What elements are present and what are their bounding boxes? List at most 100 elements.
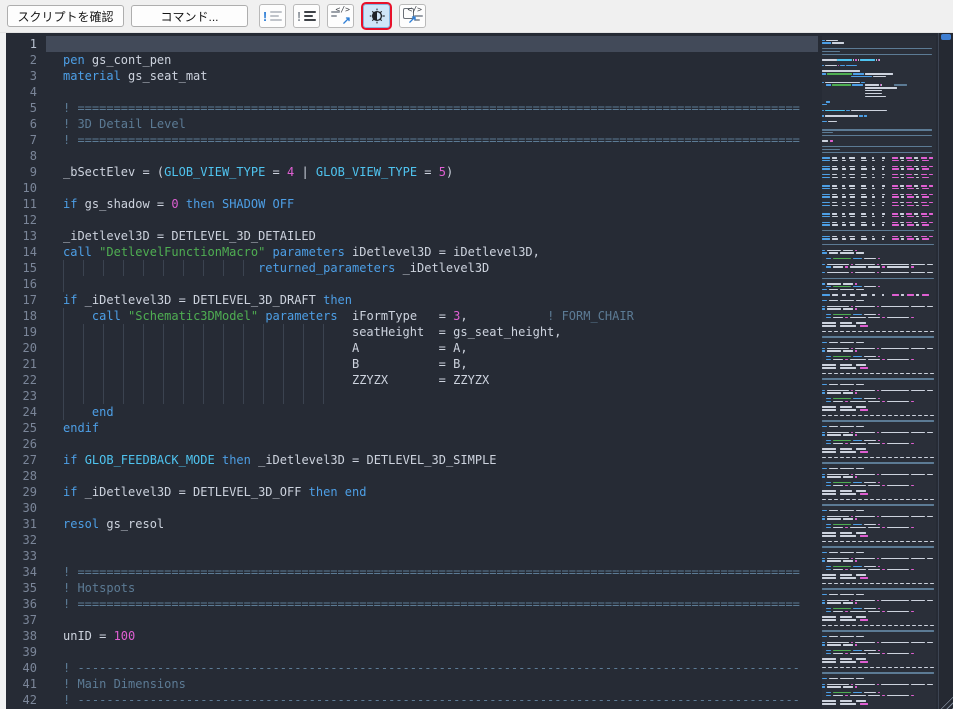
code-text[interactable] [46,84,818,100]
code-text[interactable]: ! --------------------------------------… [46,660,818,676]
code-text[interactable]: if gs_shadow = 0 then SHADOW OFF [46,196,818,212]
code-line[interactable]: 15 returned_parameters _iDetlevel3D [6,260,818,276]
code-text[interactable]: resol gs_resol [46,516,818,532]
code-line[interactable]: 13_iDetlevel3D = DETLEVEL_3D_DETAILED [6,228,818,244]
code-text[interactable]: ! --------------------------------------… [46,692,818,708]
code-line[interactable]: 6! 3D Detail Level [6,116,818,132]
code-text[interactable]: ! ======================================… [46,100,818,116]
code-text[interactable] [46,180,818,196]
code-line[interactable]: 5! =====================================… [6,100,818,116]
code-line[interactable]: 38unID = 100 [6,628,818,644]
code-line[interactable]: 36! ====================================… [6,596,818,612]
code-line[interactable]: 40! ------------------------------------… [6,660,818,676]
code-line[interactable]: 26 [6,436,818,452]
code-line[interactable]: 3material gs_seat_mat [6,68,818,84]
code-text[interactable]: pen gs_cont_pen [46,52,818,68]
code-line[interactable]: 12 [6,212,818,228]
code-text[interactable]: if _iDetlevel3D = DETLEVEL_3D_OFF then e… [46,484,818,500]
warning-list-blue-button[interactable]: ! [259,4,286,28]
code-editor[interactable]: 12pen gs_cont_pen3material gs_seat_mat45… [0,33,953,709]
minimap-row-segment [892,213,898,215]
code-line[interactable]: 31resol gs_resol [6,516,818,532]
insert-code-arrow-button[interactable]: </> ↗ [327,4,354,28]
code-line[interactable]: 28 [6,468,818,484]
code-text[interactable]: A = A, [46,340,818,356]
code-text[interactable]: _bSectElev = (GLOB_VIEW_TYPE = 4 | GLOB_… [46,164,818,180]
code-text[interactable]: material gs_seat_mat [46,68,818,84]
contrast-highlight-button[interactable] [363,4,390,28]
code-text[interactable] [46,36,818,52]
code-line[interactable]: 21 B = B, [6,356,818,372]
code-line[interactable]: 33 [6,548,818,564]
code-line[interactable]: 11if gs_shadow = 0 then SHADOW OFF [6,196,818,212]
code-text[interactable]: if GLOB_FEEDBACK_MODE then _iDetlevel3D … [46,452,818,468]
scrollbar-thumb[interactable] [941,34,951,40]
minimap-row-segment [840,322,852,324]
code-text[interactable] [46,548,818,564]
code-text[interactable]: ! ======================================… [46,564,818,580]
code-text[interactable]: ! Main Dimensions [46,676,818,692]
code-text[interactable]: returned_parameters _iDetlevel3D [46,260,818,276]
code-text[interactable]: end [46,404,818,420]
warning-list-dark-button[interactable]: ! [293,4,320,28]
code-line[interactable]: 18 call "Schematic3DModel" parameters iF… [6,308,818,324]
code-text[interactable] [46,276,818,292]
code-text[interactable] [46,148,818,164]
code-line[interactable]: 9_bSectElev = (GLOB_VIEW_TYPE = 4 | GLOB… [6,164,818,180]
code-line[interactable]: 35! Hotspots [6,580,818,596]
open-code-window-icon: </> ↗ [400,5,425,27]
code-line[interactable]: 37 [6,612,818,628]
code-text[interactable] [46,468,818,484]
code-text[interactable] [46,500,818,516]
code-text[interactable]: ZZYZX = ZZYZX [46,372,818,388]
code-line[interactable]: 22 ZZYZX = ZZYZX [6,372,818,388]
code-line[interactable]: 25endif [6,420,818,436]
code-text[interactable] [46,644,818,660]
code-text[interactable] [46,612,818,628]
code-line[interactable]: 20 A = A, [6,340,818,356]
code-line[interactable]: 2pen gs_cont_pen [6,52,818,68]
code-text[interactable]: ! Hotspots [46,580,818,596]
code-line[interactable]: 8 [6,148,818,164]
code-line[interactable]: 41! Main Dimensions [6,676,818,692]
code-line[interactable]: 17if _iDetlevel3D = DETLEVEL_3D_DRAFT th… [6,292,818,308]
code-text[interactable]: call "DetlevelFunctionMacro" parameters … [46,244,818,260]
code-line[interactable]: 24 end [6,404,818,420]
code-text[interactable] [46,388,818,404]
code-text[interactable] [46,436,818,452]
code-line[interactable]: 42! ------------------------------------… [6,692,818,708]
code-text[interactable]: if _iDetlevel3D = DETLEVEL_3D_DRAFT then [46,292,818,308]
code-text[interactable]: call "Schematic3DModel" parameters iForm… [46,308,818,324]
code-line[interactable]: 23 [6,388,818,404]
code-line[interactable]: 19 seatHeight = gs_seat_height, [6,324,818,340]
vertical-scrollbar[interactable] [938,33,953,709]
code-text[interactable]: B = B, [46,356,818,372]
code-line[interactable]: 27if GLOB_FEEDBACK_MODE then _iDetlevel3… [6,452,818,468]
code-line[interactable]: 1 [6,36,818,52]
code-line[interactable]: 32 [6,532,818,548]
code-lines[interactable]: 12pen gs_cont_pen3material gs_seat_mat45… [6,36,818,708]
code-text[interactable]: ! 3D Detail Level [46,116,818,132]
code-line[interactable]: 10 [6,180,818,196]
code-text[interactable]: ! ======================================… [46,132,818,148]
code-text[interactable]: unID = 100 [46,628,818,644]
code-text[interactable]: _iDetlevel3D = DETLEVEL_3D_DETAILED [46,228,818,244]
code-text[interactable]: ! ======================================… [46,596,818,612]
code-text[interactable] [46,212,818,228]
code-line[interactable]: 4 [6,84,818,100]
minimap[interactable] [822,36,936,709]
code-line[interactable]: 29if _iDetlevel3D = DETLEVEL_3D_OFF then… [6,484,818,500]
code-line[interactable]: 16 [6,276,818,292]
command-button[interactable]: コマンド... [131,5,248,27]
check-script-button[interactable]: スクリプトを確認 [7,5,124,27]
code-text[interactable]: endif [46,420,818,436]
code-line[interactable]: 39 [6,644,818,660]
code-line[interactable]: 7! =====================================… [6,132,818,148]
minimap-row-segment [864,314,876,316]
code-line[interactable]: 30 [6,500,818,516]
open-code-window-button[interactable]: </> ↗ [399,4,426,28]
code-text[interactable] [46,532,818,548]
code-line[interactable]: 14call "DetlevelFunctionMacro" parameter… [6,244,818,260]
code-text[interactable]: seatHeight = gs_seat_height, [46,324,818,340]
code-line[interactable]: 34! ====================================… [6,564,818,580]
